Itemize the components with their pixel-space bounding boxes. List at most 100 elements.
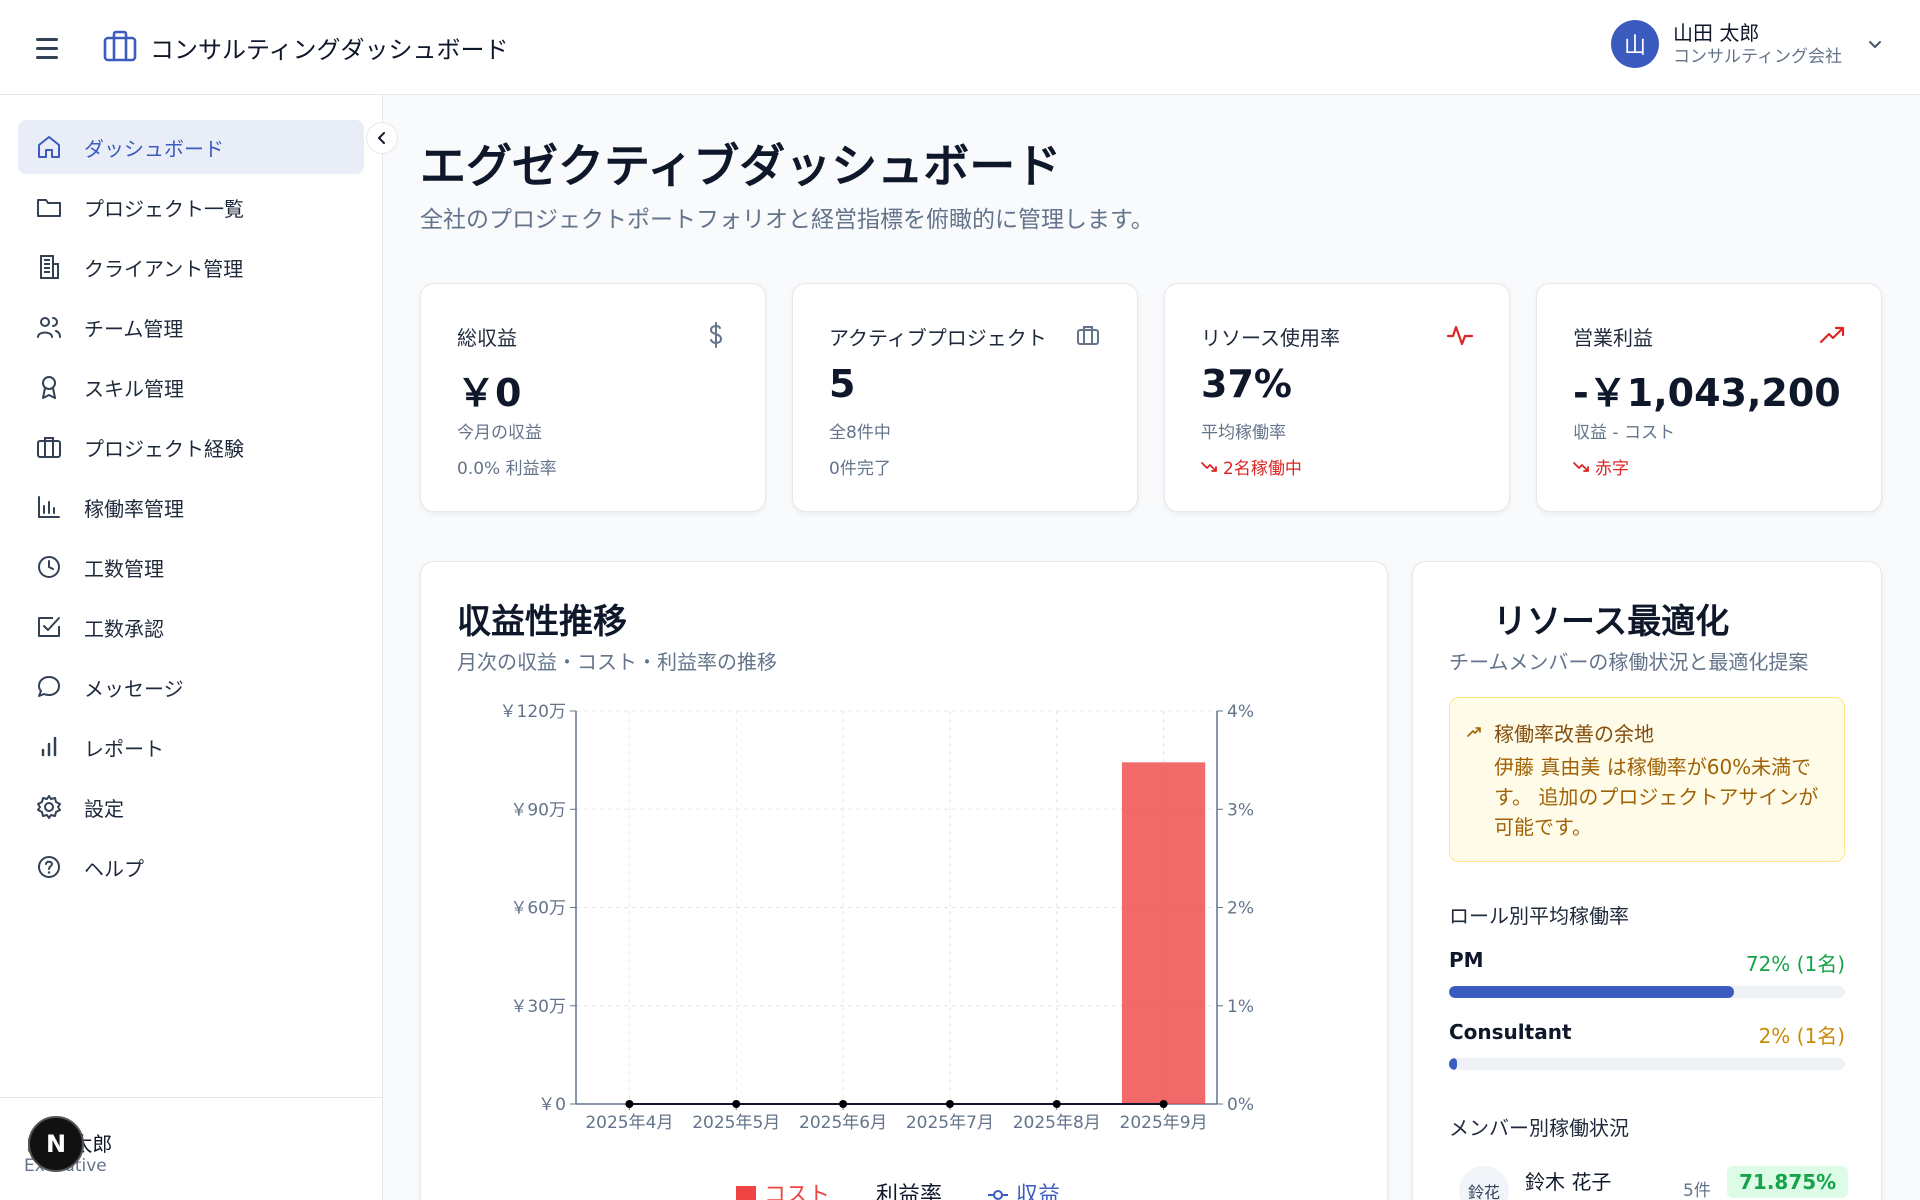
- stat-value: ￥0: [457, 371, 522, 415]
- sidebar-item-label: 工数承認: [84, 616, 164, 641]
- x-tick-label: 2025年7月: [906, 1113, 994, 1133]
- sidebar-item-3[interactable]: クライアント管理: [18, 240, 364, 294]
- stat-extra-text: 赤字: [1595, 459, 1629, 479]
- stat-value: -￥1,043,200: [1573, 371, 1841, 415]
- stat-note: 今月の収益: [457, 423, 542, 443]
- y2-tick-label: 2%: [1227, 899, 1254, 919]
- award-icon: [34, 372, 64, 402]
- point-margin: [945, 1100, 954, 1108]
- role-name: Consultant: [1449, 1020, 1572, 1044]
- y-tick-label: ￥0: [538, 1095, 566, 1115]
- trending-up-icon: [1467, 727, 1481, 737]
- sidebar-item-label: プロジェクト一覧: [84, 196, 244, 221]
- member-name: 鈴木 花子: [1525, 1170, 1612, 1194]
- user-name: 山田 太郎: [1673, 21, 1760, 45]
- sidebar-item-11[interactable]: レポート: [18, 720, 364, 774]
- sidebar-item-label: プロジェクト経験: [84, 436, 244, 461]
- role-heading: ロール別平均稼働率: [1449, 904, 1629, 928]
- panel-title: リソース最適化: [1493, 602, 1730, 642]
- chevron-left-icon: [378, 132, 385, 144]
- x-tick-label: 2025年6月: [799, 1113, 887, 1133]
- panel-subtitle: チームメンバーの稼働状況と最適化提案: [1449, 650, 1809, 674]
- role-name: PM: [1449, 948, 1484, 972]
- trending-down-icon: [1201, 461, 1217, 472]
- sidebar-item-6[interactable]: プロジェクト経験: [18, 420, 364, 474]
- legend-line-marker: [988, 1190, 1009, 1200]
- stat-card-projects: アクティブプロジェクト 5 全8件中 0件完了: [792, 283, 1138, 512]
- y-tick-label: ￥60万: [510, 899, 566, 919]
- point-margin: [625, 1100, 634, 1108]
- role-value: 2% (1名): [1758, 1024, 1845, 1048]
- stat-extra: 2名稼働中: [1201, 454, 1302, 479]
- sidebar-item-4[interactable]: チーム管理: [18, 300, 364, 354]
- stat-extra: 0.0% 利益率: [457, 459, 557, 479]
- member-avatar: 鈴花: [1459, 1166, 1509, 1200]
- help-icon: [34, 852, 64, 882]
- sidebar-item-label: クライアント管理: [84, 256, 244, 281]
- user-menu[interactable]: 山 山田 太郎 コンサルティング会社: [1611, 20, 1884, 68]
- stat-label: リソース使用率: [1201, 326, 1340, 350]
- sidebar-item-8[interactable]: 工数管理: [18, 540, 364, 594]
- page-title: エグゼクティブダッシュボード: [420, 139, 1062, 193]
- stat-label: 総収益: [457, 326, 517, 350]
- bar-cost: [1121, 762, 1206, 1104]
- y2-tick-label: 3%: [1227, 800, 1254, 820]
- legend-label: 収益: [1016, 1183, 1061, 1200]
- sidebar-item-10[interactable]: メッセージ: [18, 660, 364, 714]
- app-title: コンサルティングダッシュボード: [150, 36, 509, 64]
- stat-value: 37%: [1201, 362, 1292, 406]
- point-margin: [839, 1100, 848, 1108]
- stat-card-revenue: 総収益 ￥0 今月の収益 0.0% 利益率: [420, 283, 766, 512]
- sidebar-item-13[interactable]: ヘルプ: [18, 840, 364, 894]
- sidebar-item-2[interactable]: プロジェクト一覧: [18, 180, 364, 234]
- stat-note: 平均稼働率: [1201, 423, 1286, 443]
- progress-fill: [1449, 986, 1735, 998]
- optimization-alert: 稼働率改善の余地 伊藤 真由美 は稼働率が60%未満です。 追加のプロジェクトア…: [1449, 697, 1845, 862]
- sidebar-item-label: 工数管理: [84, 556, 164, 581]
- sidebar-item-9[interactable]: 工数承認: [18, 600, 364, 654]
- building-icon: [34, 252, 64, 282]
- point-margin: [1159, 1100, 1168, 1108]
- stat-card-utilization: リソース使用率 37% 平均稼働率 2名稼働中: [1164, 283, 1510, 512]
- stat-extra: 0件完了: [829, 459, 891, 479]
- y2-tick-label: 1%: [1227, 997, 1254, 1017]
- folder-icon: [34, 192, 64, 222]
- member-heading: メンバー別稼働状況: [1449, 1116, 1629, 1140]
- stat-card-operating-profit: 営業利益 -￥1,043,200 収益 - コスト 赤字: [1536, 283, 1882, 512]
- bar-chart-icon: [34, 492, 64, 522]
- sidebar-item-7[interactable]: 稼働率管理: [18, 480, 364, 534]
- gear-icon: [34, 792, 64, 822]
- users-icon: [34, 312, 64, 342]
- role-value: 72% (1名): [1745, 952, 1845, 976]
- sidebar-collapse-button[interactable]: [366, 122, 398, 154]
- menu-icon[interactable]: [36, 33, 66, 63]
- member-rate-badge: 71.875%: [1727, 1166, 1849, 1198]
- message-icon: [34, 672, 64, 702]
- dollar-icon: [703, 322, 729, 348]
- y2-tick-label: 4%: [1227, 702, 1254, 722]
- progress-fill: [1449, 1058, 1457, 1070]
- check-square-icon: [34, 612, 64, 642]
- legend-item-revenue[interactable]: 収益: [988, 1177, 1060, 1200]
- dev-badge[interactable]: N: [28, 1116, 84, 1172]
- stat-value: 5: [829, 362, 856, 406]
- sidebar-item-5[interactable]: スキル管理: [18, 360, 364, 414]
- stat-label: アクティブプロジェクト: [829, 326, 1047, 350]
- stat-extra-text: 2名稼働中: [1223, 459, 1302, 479]
- sidebar-item-label: チーム管理: [84, 316, 184, 341]
- x-tick-label: 2025年5月: [692, 1113, 780, 1133]
- briefcase-icon: [1075, 322, 1101, 348]
- member-row[interactable]: 鈴花 鈴木 花子 5件 71.875%: [1449, 1166, 1849, 1200]
- x-tick-label: 2025年8月: [1013, 1113, 1101, 1133]
- sidebar-item-1[interactable]: ダッシュボード: [18, 120, 364, 174]
- sidebar-item-label: スキル管理: [84, 376, 184, 401]
- chevron-down-icon[interactable]: [1866, 35, 1884, 53]
- clock-icon: [34, 552, 64, 582]
- x-tick-label: 2025年4月: [585, 1113, 673, 1133]
- legend-item-margin[interactable]: 利益率: [876, 1177, 942, 1200]
- sidebar-item-12[interactable]: 設定: [18, 780, 364, 834]
- legend-label: コスト: [764, 1183, 831, 1200]
- legend-item-cost[interactable]: コスト: [736, 1177, 830, 1200]
- signal-icon: [34, 732, 64, 762]
- alert-title: 稼働率改善の余地: [1494, 722, 1654, 746]
